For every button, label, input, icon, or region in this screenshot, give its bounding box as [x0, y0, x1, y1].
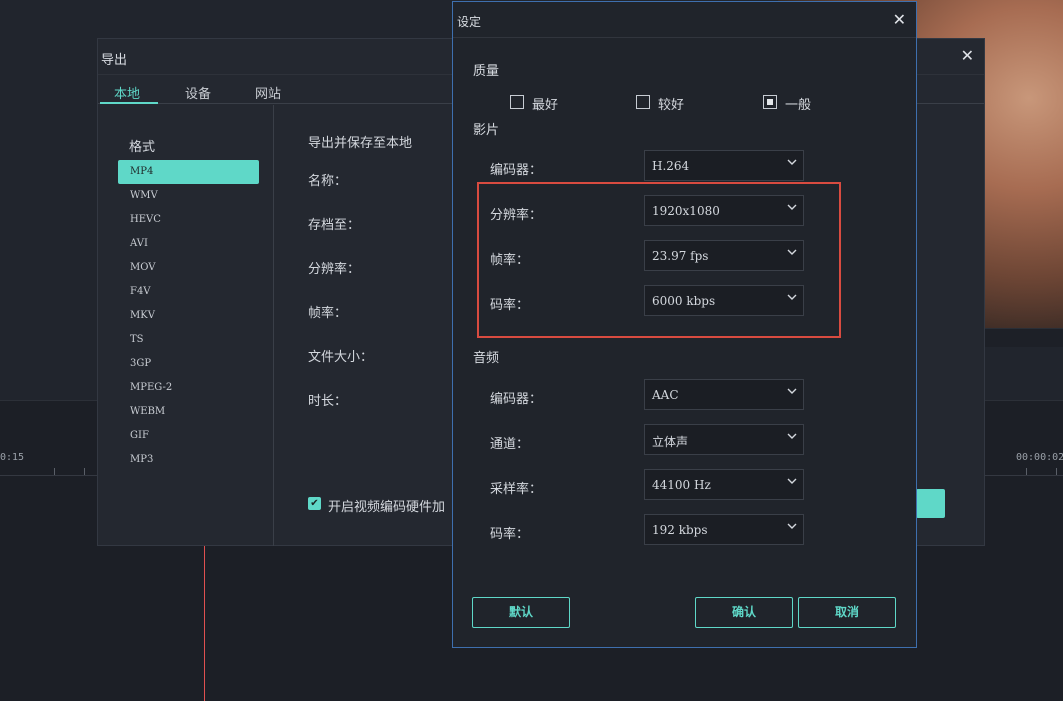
channel-label: 通道： — [490, 437, 530, 452]
format-heading: 格式 — [129, 140, 156, 155]
sample-rate-label: 采样率： — [490, 482, 543, 497]
format-item-3gp[interactable]: 3GP — [118, 352, 259, 376]
audio-bitrate-value: 192 kbps — [652, 523, 708, 537]
audio-encoder-select[interactable]: AAC — [644, 379, 804, 410]
highlight-annotation — [477, 182, 841, 338]
format-item-wmv[interactable]: WMV — [118, 184, 259, 208]
ruler-tick — [1056, 468, 1057, 475]
audio-heading: 音频 — [473, 351, 500, 366]
chevron-down-icon — [787, 523, 797, 529]
checkbox-icon — [510, 95, 524, 109]
ruler-tick — [54, 468, 55, 475]
ok-button[interactable]: 确认 — [695, 597, 793, 628]
format-item-gif[interactable]: GIF — [118, 424, 259, 448]
ruler-time-right: 00:00:02:0 — [1016, 452, 1063, 463]
audio-encoder-value: AAC — [652, 388, 679, 402]
timeline-playhead[interactable] — [204, 545, 205, 701]
format-item-hevc[interactable]: HEVC — [118, 208, 259, 232]
channel-select[interactable]: 立体声 — [644, 424, 804, 455]
tab-local[interactable]: 本地 — [114, 83, 140, 102]
audio-bitrate-select[interactable]: 192 kbps — [644, 514, 804, 545]
frame-rate-label: 帧率： — [308, 306, 348, 321]
hw-accel-label: 开启视频编码硬件加 — [328, 500, 446, 515]
video-encoder-value: H.264 — [652, 159, 690, 173]
format-item-mp4[interactable]: MP4 — [118, 160, 259, 184]
settings-dialog: 设定 ✕ 质量 最好 较好 一般 影片 编码器： H.264 分辨率： 1920… — [452, 1, 917, 648]
format-list: MP4 WMV HEVC AVI MOV F4V MKV TS 3GP MPEG… — [118, 160, 259, 472]
active-tab-indicator — [100, 102, 158, 104]
save-to-label: 存档至： — [308, 218, 361, 233]
format-item-mpeg2[interactable]: MPEG-2 — [118, 376, 259, 400]
tab-website[interactable]: 网站 — [255, 83, 281, 102]
format-panel: 格式 MP4 WMV HEVC AVI MOV F4V MKV TS 3GP M… — [98, 105, 274, 546]
video-encoder-select[interactable]: H.264 — [644, 150, 804, 181]
chevron-down-icon — [787, 159, 797, 165]
name-label: 名称： — [308, 174, 348, 189]
ruler-tick — [84, 468, 85, 475]
quality-best-label: 最好 — [532, 98, 559, 113]
tab-device[interactable]: 设备 — [185, 83, 211, 102]
preview-toolbar — [984, 328, 1063, 347]
checked-box-icon — [763, 95, 777, 109]
default-button[interactable]: 默认 — [472, 597, 570, 628]
audio-bitrate-label: 码率： — [490, 527, 530, 542]
chevron-down-icon — [787, 478, 797, 484]
quality-heading: 质量 — [473, 64, 500, 79]
checkbox-icon — [636, 95, 650, 109]
format-item-webm[interactable]: WEBM — [118, 400, 259, 424]
resolution-label: 分辨率： — [308, 262, 361, 277]
video-heading: 影片 — [473, 123, 500, 138]
quality-normal-label: 一般 — [785, 98, 812, 113]
sample-rate-select[interactable]: 44100 Hz — [644, 469, 804, 500]
ruler-time-left: 0:15 — [0, 452, 25, 463]
chevron-down-icon — [787, 388, 797, 394]
close-icon[interactable]: ✕ — [961, 46, 974, 65]
format-item-mp3[interactable]: MP3 — [118, 448, 259, 472]
chevron-down-icon — [787, 433, 797, 439]
file-size-label: 文件大小： — [308, 350, 374, 365]
settings-titlebar: 设定 ✕ — [453, 2, 916, 38]
audio-encoder-label: 编码器： — [490, 392, 543, 407]
format-item-f4v[interactable]: F4V — [118, 280, 259, 304]
format-item-mkv[interactable]: MKV — [118, 304, 259, 328]
sample-rate-value: 44100 Hz — [652, 478, 711, 492]
ruler-tick — [1026, 468, 1027, 475]
hw-accel-checkbox[interactable]: ✔ — [308, 497, 321, 510]
export-heading: 导出并保存至本地 — [308, 136, 413, 151]
format-item-mov[interactable]: MOV — [118, 256, 259, 280]
cancel-button[interactable]: 取消 — [798, 597, 896, 628]
export-button[interactable] — [916, 489, 945, 518]
settings-title: 设定 — [457, 15, 482, 29]
export-title: 导出 — [101, 53, 128, 68]
duration-label: 时长： — [308, 394, 348, 409]
channel-value: 立体声 — [652, 435, 689, 449]
video-encoder-label: 编码器： — [490, 163, 543, 178]
format-item-ts[interactable]: TS — [118, 328, 259, 352]
format-item-avi[interactable]: AVI — [118, 232, 259, 256]
quality-better-label: 较好 — [658, 98, 685, 113]
close-icon[interactable]: ✕ — [893, 10, 906, 29]
